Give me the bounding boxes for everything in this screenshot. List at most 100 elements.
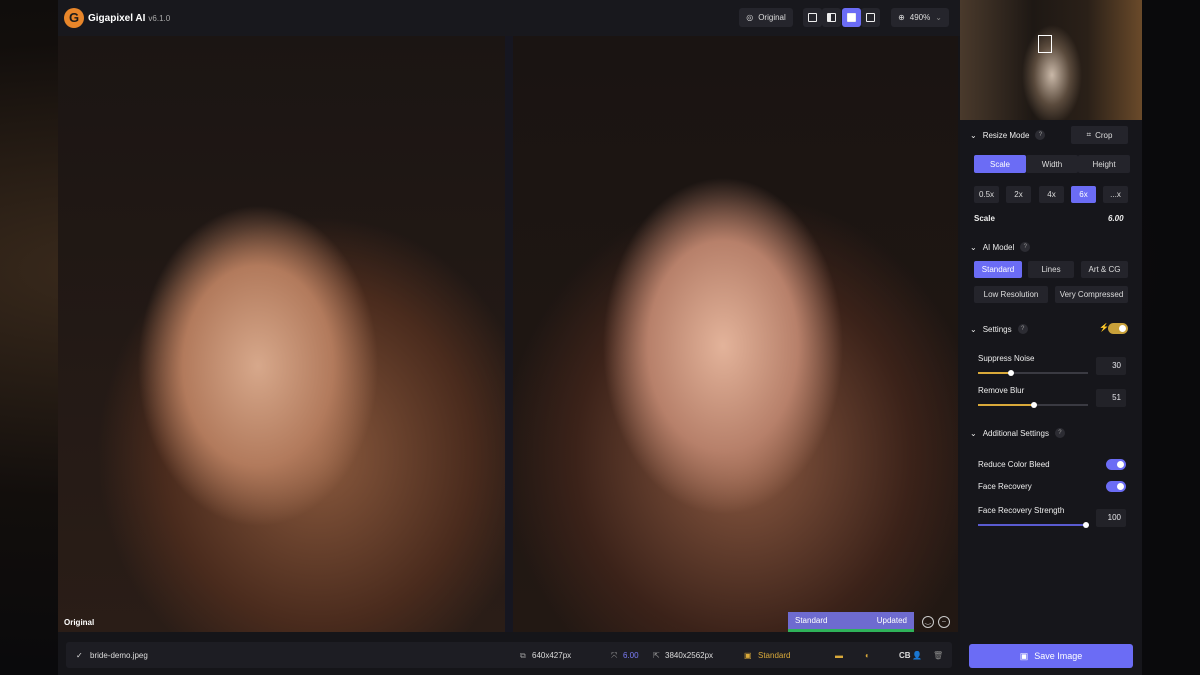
neutral-feedback-icon[interactable]: – — [938, 616, 950, 628]
color-bleed-badge: CB — [899, 651, 911, 660]
help-icon[interactable]: ? — [1054, 428, 1065, 438]
face-recovery-strength-label: Face Recovery Strength — [978, 506, 1065, 515]
preview-canvas[interactable]: Original Standard Updated ‿ – — [58, 36, 958, 632]
scale-value: 6.00 — [1108, 214, 1124, 223]
scale-custom[interactable]: ...x — [1103, 186, 1128, 203]
zoom-icon: ⊕ — [898, 13, 905, 22]
help-icon[interactable]: ? — [1035, 130, 1046, 140]
enhanced-preview-image — [513, 36, 958, 632]
reduce-color-bleed-label: Reduce Color Bleed — [978, 460, 1050, 469]
navigator-viewport[interactable] — [1038, 35, 1052, 53]
crop-icon: ⌗ — [1086, 130, 1092, 139]
app-window: G Gigapixel AI v6.1.0 ◎ Original ⊕ 490% ⌄ Or… — [58, 0, 1142, 675]
original-preview-image — [58, 36, 505, 632]
trash-icon[interactable]: 🗑 — [933, 651, 943, 660]
status-model: Standard — [795, 616, 828, 625]
chevron-down-icon: ⌄ — [970, 130, 977, 140]
mode-width[interactable]: Width — [1026, 155, 1078, 173]
scale-value: 6.00 — [623, 651, 639, 660]
split-divider[interactable] — [505, 36, 513, 632]
single-view-icon — [808, 13, 817, 22]
scale-6x[interactable]: 6x — [1071, 186, 1096, 203]
input-size-icon: ⧉ — [520, 651, 526, 660]
face-recovery-toggle[interactable] — [1106, 481, 1126, 492]
chevron-down-icon: ⌄ — [970, 242, 977, 252]
suppress-noise-input[interactable]: 30 — [1096, 357, 1126, 375]
model-icon: ▣ — [744, 651, 752, 660]
view-single-button[interactable] — [803, 8, 822, 27]
model-name: Standard — [758, 651, 791, 660]
crop-label: Crop — [1095, 130, 1113, 140]
model-standard[interactable]: Standard — [974, 261, 1022, 278]
chevron-down-icon: ⌄ — [935, 13, 942, 22]
remove-blur-input[interactable]: 51 — [1096, 389, 1126, 407]
navigator-thumbnail[interactable] — [960, 0, 1142, 120]
model-very-compressed[interactable]: Very Compressed — [1055, 286, 1128, 303]
app-version: v6.1.0 — [148, 14, 171, 23]
scale-2x[interactable]: 2x — [1006, 186, 1031, 203]
view-grid-button[interactable] — [861, 8, 880, 27]
resize-mode-header[interactable]: ⌄ Resize Mode? — [970, 130, 1046, 140]
face-recovery-label: Face Recovery — [978, 482, 1032, 491]
view-side-by-side-button[interactable] — [842, 8, 861, 27]
scale-label: Scale — [974, 214, 995, 223]
smile-feedback-icon[interactable]: ‿ — [922, 616, 934, 628]
save-label: Save Image — [1034, 651, 1083, 661]
split-view-icon — [827, 13, 836, 22]
face-recovery-strength-input[interactable]: 100 — [1096, 509, 1126, 527]
mode-height[interactable]: Height — [1078, 155, 1130, 173]
model-low-resolution[interactable]: Low Resolution — [974, 286, 1048, 303]
suppress-noise-label: Suppress Noise — [978, 354, 1035, 363]
contrast-icon[interactable]: ◐ — [865, 651, 870, 660]
ai-model-title: AI Model — [982, 242, 1015, 252]
scale-0-5x[interactable]: 0.5x — [974, 186, 999, 203]
chevron-down-icon: ⌄ — [970, 428, 977, 438]
reduce-color-bleed-toggle[interactable] — [1106, 459, 1126, 470]
help-icon[interactable]: ? — [1020, 242, 1031, 252]
suppress-noise-slider[interactable] — [978, 370, 1088, 376]
additional-settings-title: Additional Settings — [982, 428, 1049, 438]
output-size: 3840x2562px — [665, 651, 714, 660]
app-title: Gigapixel AI v6.1.0 — [88, 13, 170, 24]
original-label: Original — [758, 13, 786, 22]
settings-header[interactable]: ⌄ Settings? — [970, 324, 1028, 334]
status-state: Updated — [876, 616, 907, 625]
output-size-icon: ⇱ — [653, 651, 660, 660]
original-toggle-button[interactable]: ◎ Original — [739, 8, 793, 27]
filename: bride-demo.jpeg — [90, 651, 148, 660]
save-icon: ▣ — [1019, 650, 1029, 661]
remove-blur-slider[interactable] — [978, 402, 1088, 408]
app-name: Gigapixel AI — [88, 13, 146, 24]
zoom-dropdown[interactable]: ⊕ 490% ⌄ — [891, 8, 949, 27]
remove-blur-label: Remove Blur — [978, 386, 1025, 395]
ai-model-header[interactable]: ⌄ AI Model? — [970, 242, 1031, 252]
model-art-cg[interactable]: Art & CG — [1081, 261, 1128, 278]
color-icon[interactable]: ▬ — [835, 651, 843, 660]
view-split-button[interactable] — [822, 8, 841, 27]
mode-scale[interactable]: Scale — [974, 155, 1026, 173]
crop-button[interactable]: ⌗ Crop — [1071, 126, 1128, 144]
auto-settings-toggle[interactable] — [1108, 323, 1128, 334]
settings-title: Settings — [982, 324, 1012, 334]
scale-icon: ⤧ — [611, 651, 618, 660]
settings-panel: ⌄ Resize Mode? ⌗ Crop Scale Width Height 0… — [960, 0, 1142, 675]
zoom-value: 490% — [909, 13, 931, 22]
app-logo: G — [64, 8, 84, 28]
input-size: 640x427px — [532, 651, 572, 660]
eye-off-icon: ◎ — [746, 13, 754, 22]
original-label: Original — [64, 618, 95, 627]
face-recovery-icon[interactable]: 👤 — [912, 651, 922, 660]
model-lines[interactable]: Lines — [1028, 261, 1074, 278]
save-image-button[interactable]: ▣ Save Image — [969, 644, 1133, 668]
resize-mode-title: Resize Mode — [982, 130, 1030, 140]
face-recovery-strength-slider[interactable] — [978, 522, 1089, 528]
side-by-side-icon — [847, 13, 856, 22]
scale-4x[interactable]: 4x — [1039, 186, 1064, 203]
additional-settings-header[interactable]: ⌄ Additional Settings? — [970, 428, 1065, 438]
processing-status-bar: Standard Updated — [788, 612, 914, 632]
grid-view-icon — [866, 13, 875, 22]
help-icon[interactable]: ? — [1017, 324, 1028, 334]
chevron-down-icon: ⌄ — [970, 324, 977, 334]
image-info-bar[interactable]: ✓ bride-demo.jpeg ⧉ 640x427px ⤧ 6.00 ⇱ 3… — [66, 642, 952, 668]
check-icon: ✓ — [76, 651, 83, 660]
